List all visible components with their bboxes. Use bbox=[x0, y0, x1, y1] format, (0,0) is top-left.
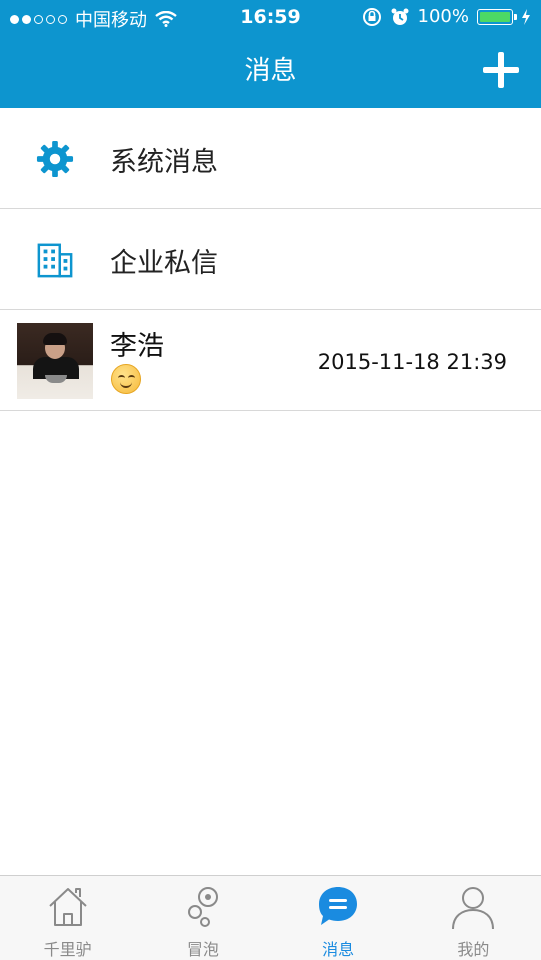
message-timestamp: 2015-11-18 21:39 bbox=[317, 350, 507, 374]
tab-bar: 千里驴 冒泡 消息 我的 bbox=[0, 875, 541, 960]
header: 中国移动 16:59 100% 消息 bbox=[0, 0, 541, 108]
tab-bubbles[interactable]: 冒泡 bbox=[135, 876, 270, 960]
alarm-icon bbox=[391, 8, 409, 25]
list-item-enterprise-messages[interactable]: 企业私信 bbox=[0, 209, 541, 310]
battery-percent: 100% bbox=[417, 6, 469, 27]
avatar bbox=[17, 323, 93, 399]
charging-icon bbox=[522, 8, 530, 25]
gear-icon bbox=[36, 140, 74, 178]
message-list: 系统消息 企业私信 李浩 2015-11-18 21:39 bbox=[0, 108, 541, 411]
tab-home[interactable]: 千里驴 bbox=[0, 876, 135, 960]
plus-icon[interactable] bbox=[483, 52, 519, 88]
message-icon bbox=[319, 887, 358, 925]
tab-label: 我的 bbox=[457, 940, 490, 959]
building-icon bbox=[37, 243, 73, 278]
tab-profile[interactable]: 我的 bbox=[406, 876, 541, 960]
status-bar: 中国移动 16:59 100% bbox=[0, 0, 541, 36]
home-icon bbox=[48, 888, 87, 926]
contact-name: 李浩 bbox=[110, 331, 164, 362]
rotation-lock-icon bbox=[362, 7, 381, 26]
profile-icon bbox=[452, 887, 495, 930]
bubbles-icon bbox=[187, 887, 218, 927]
chat-list-item[interactable]: 李浩 2015-11-18 21:39 bbox=[0, 310, 541, 411]
tab-label: 消息 bbox=[322, 940, 355, 959]
tab-messages[interactable]: 消息 bbox=[271, 876, 406, 960]
list-item-label: 企业私信 bbox=[110, 248, 218, 279]
list-item-label: 系统消息 bbox=[110, 147, 218, 178]
list-item-system-messages[interactable]: 系统消息 bbox=[0, 108, 541, 209]
tab-label: 冒泡 bbox=[186, 940, 219, 959]
page-title: 消息 bbox=[244, 56, 297, 86]
battery-icon bbox=[477, 8, 517, 25]
status-right: 100% bbox=[362, 6, 531, 27]
smiling-face-icon bbox=[111, 364, 141, 394]
app-screen: 中国移动 16:59 100% 消息 系统消息 企业私信 李浩 2015-11-… bbox=[0, 0, 541, 960]
tab-label: 千里驴 bbox=[43, 940, 92, 959]
